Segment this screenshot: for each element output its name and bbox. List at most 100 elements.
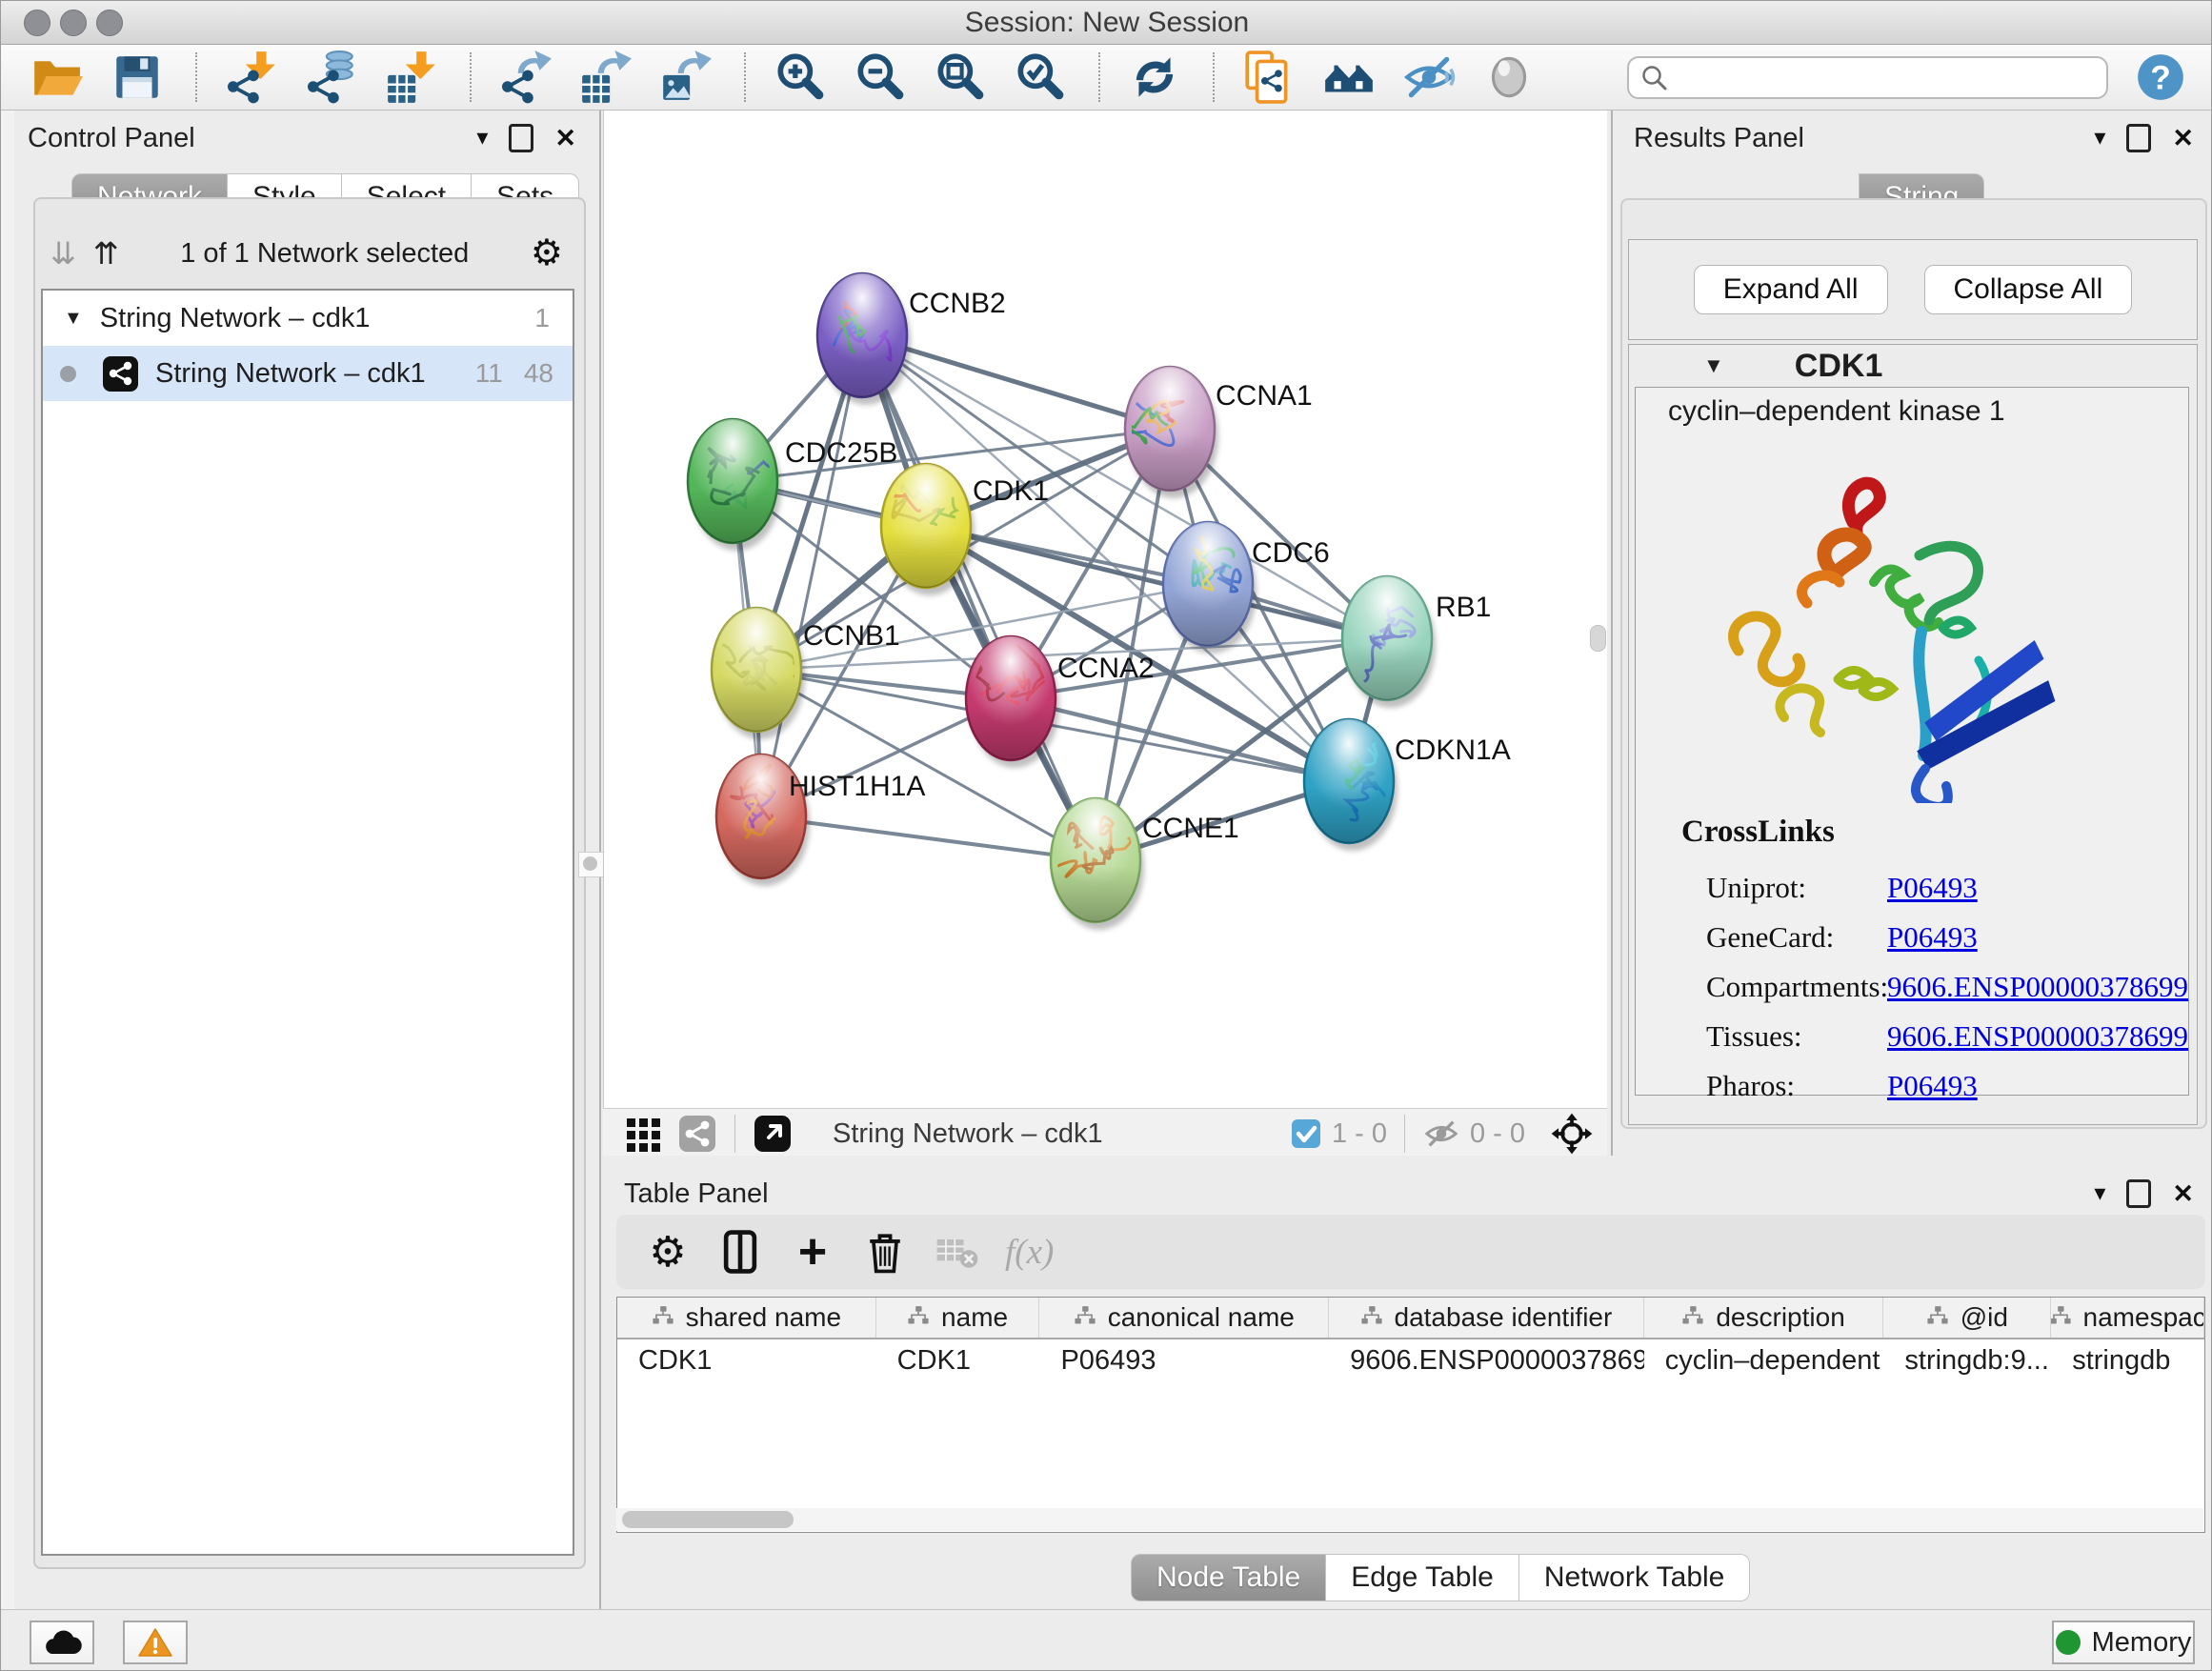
table-cell[interactable]: cyclin–dependent ... xyxy=(1644,1345,1884,1377)
node-label-CCNA2: CCNA2 xyxy=(1057,653,1155,684)
node-CDKN1A[interactable] xyxy=(1304,718,1398,851)
column-header-@id[interactable]: @id xyxy=(1883,1298,2051,1338)
node-CCNB1[interactable] xyxy=(712,608,805,739)
control-panel-collapse-icon[interactable]: ▾ xyxy=(476,127,488,150)
expand-all-networks-icon[interactable]: ⇊ xyxy=(50,238,76,269)
crosslink-link[interactable]: P06493 xyxy=(1887,1069,1978,1103)
table-panel-close-icon[interactable]: ✕ xyxy=(2172,1181,2194,1207)
import-network-file-icon[interactable] xyxy=(224,50,279,105)
column-header-name[interactable]: name xyxy=(876,1298,1040,1338)
network-graph[interactable]: CCNB2CCNA1CDC25BCDK1CDC6RB1CCNB1CCNA2CDK… xyxy=(604,111,1606,1106)
zoom-fit-icon[interactable] xyxy=(933,50,988,105)
tab-edge-table[interactable]: Edge Table xyxy=(1326,1554,1519,1601)
expand-all-button[interactable]: Expand All xyxy=(1694,265,1888,314)
node-label-RB1: RB1 xyxy=(1436,592,1491,623)
table-cell[interactable]: P06493 xyxy=(1039,1345,1329,1377)
open-view-external-icon[interactable] xyxy=(753,1114,793,1154)
network-row-selected[interactable]: String Network – cdk1 11 48 xyxy=(43,346,573,401)
control-panel-close-icon[interactable]: ✕ xyxy=(554,126,576,151)
crosslink-link[interactable]: P06493 xyxy=(1887,920,1978,955)
open-session-icon[interactable] xyxy=(30,50,85,105)
table-tabs: Node TableEdge TableNetwork Table xyxy=(1131,1554,1750,1601)
birdseye-view-icon[interactable] xyxy=(1550,1112,1594,1156)
left-splitter-grip[interactable] xyxy=(578,852,604,877)
table-cell[interactable]: stringdb:9... xyxy=(1883,1345,2051,1377)
horizontal-splitter[interactable] xyxy=(603,1156,2212,1173)
scrollbar-thumb[interactable] xyxy=(622,1511,794,1528)
network-canvas[interactable]: CCNB2CCNA1CDC25BCDK1CDC6RB1CCNB1CCNA2CDK… xyxy=(603,111,1607,1108)
import-network-database-icon[interactable] xyxy=(304,50,359,105)
crosslink-link[interactable]: 9606.ENSP00000378699 xyxy=(1887,970,2188,1004)
results-panel-collapse-icon[interactable]: ▾ xyxy=(2094,127,2105,150)
crosslink-link[interactable]: 9606.ENSP00000378699 xyxy=(1887,1019,2188,1054)
status-bar: Memory xyxy=(1,1609,2212,1671)
cloud-button[interactable] xyxy=(30,1621,94,1664)
tab-network-table[interactable]: Network Table xyxy=(1519,1554,1751,1601)
column-header-shared-name[interactable]: shared name xyxy=(617,1298,876,1338)
node-CDK1[interactable] xyxy=(881,456,975,595)
grid-view-icon[interactable] xyxy=(624,1114,664,1154)
crosslink-link[interactable]: P06493 xyxy=(1887,871,1978,905)
node-CDC6[interactable] xyxy=(1163,522,1257,654)
hide-unhide-icon[interactable] xyxy=(1401,50,1457,105)
right-splitter-grip[interactable] xyxy=(1590,625,1606,652)
network-options-gear-icon[interactable]: ⚙ xyxy=(531,235,563,272)
network-from-clipboard-icon[interactable] xyxy=(1241,50,1297,105)
export-network-icon[interactable] xyxy=(498,50,553,105)
results-panel-close-icon[interactable]: ✕ xyxy=(2172,126,2194,151)
collection-expander-icon[interactable]: ▼ xyxy=(64,308,83,330)
memory-button[interactable]: Memory xyxy=(2052,1621,2195,1664)
create-column-icon[interactable]: + xyxy=(788,1227,837,1277)
node-CCNE1[interactable] xyxy=(1051,798,1144,930)
show-graphics-icon[interactable] xyxy=(1481,50,1537,105)
cdk1-entry-header[interactable]: ▼ CDK1 xyxy=(1629,345,2197,387)
node-CCNB2[interactable] xyxy=(817,273,911,405)
export-table-icon[interactable] xyxy=(578,50,633,105)
results-panel-float-icon[interactable] xyxy=(2126,124,2151,152)
network-icon xyxy=(103,356,138,392)
network-collection-row[interactable]: ▼ String Network – cdk1 1 xyxy=(43,291,573,346)
column-header-namespac[interactable]: namespac xyxy=(2051,1298,2204,1338)
table-panel-float-icon[interactable] xyxy=(2126,1179,2151,1208)
node-label-CCNB1: CCNB1 xyxy=(803,620,900,652)
collapse-all-button[interactable]: Collapse All xyxy=(1924,265,2133,314)
network-selection-status: 1 of 1 Network selected xyxy=(119,238,531,270)
crosslinks-title: CrossLinks xyxy=(1681,815,2188,850)
help-icon[interactable]: ? xyxy=(2133,50,2188,105)
column-header-database-identifier[interactable]: database identifier xyxy=(1329,1298,1644,1338)
crosslink-row: Uniprot:P06493 xyxy=(1681,863,2188,913)
refresh-icon[interactable] xyxy=(1127,50,1182,105)
table-cell[interactable]: CDK1 xyxy=(617,1345,876,1377)
export-image-icon[interactable] xyxy=(658,50,714,105)
edge-CCNB2-HIST1H1A[interactable] xyxy=(761,335,862,816)
zoom-selected-icon[interactable] xyxy=(1013,50,1068,105)
save-session-icon[interactable] xyxy=(110,50,165,105)
zoom-in-icon[interactable] xyxy=(773,50,828,105)
edge-HIST1H1A-CCNE1[interactable] xyxy=(761,816,1096,860)
import-table-icon[interactable] xyxy=(384,50,439,105)
zoom-out-icon[interactable] xyxy=(853,50,908,105)
string-home-icon[interactable] xyxy=(1321,50,1377,105)
node-RB1[interactable] xyxy=(1341,576,1436,708)
tab-node-table[interactable]: Node Table xyxy=(1131,1554,1326,1601)
entry-expander-icon[interactable]: ▼ xyxy=(1703,353,1724,378)
column-header-canonical-name[interactable]: canonical name xyxy=(1039,1298,1329,1338)
collapse-all-networks-icon[interactable]: ⇈ xyxy=(93,238,119,269)
delete-column-icon[interactable] xyxy=(860,1227,910,1277)
table-row[interactable]: CDK1CDK1P064939606.ENSP00000378699cyclin… xyxy=(617,1339,2204,1381)
table-cell[interactable]: CDK1 xyxy=(876,1345,1040,1377)
memory-label: Memory xyxy=(2092,1627,2192,1659)
table-toolbar: ⚙ + f(x) xyxy=(616,1215,2205,1289)
network-view-share-icon[interactable] xyxy=(677,1114,717,1154)
warnings-button[interactable] xyxy=(123,1621,188,1664)
table-panel-collapse-icon[interactable]: ▾ xyxy=(2094,1182,2105,1205)
table-cell[interactable]: stringdb xyxy=(2051,1345,2204,1377)
selected-checkbox-icon[interactable] xyxy=(1290,1117,1322,1150)
column-header-description[interactable]: description xyxy=(1644,1298,1884,1338)
table-options-gear-icon[interactable]: ⚙ xyxy=(643,1227,693,1277)
search-input[interactable] xyxy=(1627,56,2108,99)
table-horizontal-scrollbar[interactable] xyxy=(616,1508,2203,1531)
table-cell[interactable]: 9606.ENSP00000378699 xyxy=(1329,1345,1644,1377)
control-panel-float-icon[interactable] xyxy=(509,124,533,152)
show-columns-icon[interactable] xyxy=(715,1227,765,1277)
